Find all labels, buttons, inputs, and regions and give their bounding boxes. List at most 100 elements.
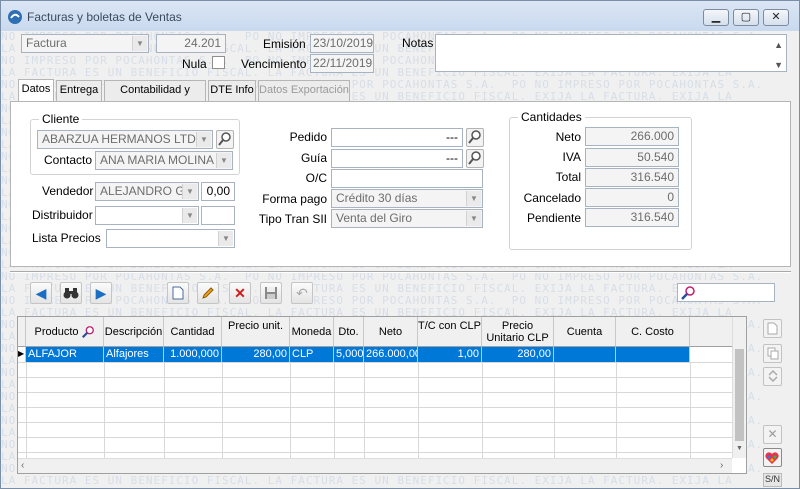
oc-label: O/C	[305, 171, 327, 185]
cell-producto[interactable]: ALFAJOR	[26, 347, 104, 362]
col-cuenta[interactable]: Cuenta	[554, 317, 616, 347]
grid-line	[18, 407, 732, 408]
grid-line	[18, 377, 732, 378]
add-line-button[interactable]	[763, 319, 782, 338]
cell-descripcion[interactable]: Alfajores	[104, 347, 164, 362]
col-cantidad[interactable]: Cantidad	[164, 317, 222, 347]
chevron-down-icon: ▼	[466, 211, 481, 226]
horizontal-scrollbar[interactable]: ‹ ›	[18, 458, 732, 473]
grid-vline	[222, 362, 223, 460]
col-descripcion[interactable]: Descripción	[104, 317, 164, 347]
undo-icon: ↶	[296, 285, 308, 301]
nula-checkbox[interactable]	[212, 56, 225, 69]
vertical-scrollbar[interactable]: ▼	[732, 317, 746, 458]
contacto-select[interactable]: ANA MARIA MOLINA ▼	[95, 151, 233, 170]
doc-number-field[interactable]: 24.201	[156, 34, 226, 53]
tab-contabilidad-cobro[interactable]: Contabilidad y cobro	[104, 80, 206, 115]
notas-textarea[interactable]: ▲ ▼	[435, 34, 787, 72]
guia-field[interactable]: ---	[331, 149, 463, 168]
tab-entrega[interactable]: Entrega	[56, 80, 102, 101]
chevron-down-icon: ▼	[218, 231, 233, 246]
separator	[10, 271, 791, 273]
prev-record-button[interactable]: ◀	[30, 282, 52, 304]
doc-type-select[interactable]: Factura ▼	[21, 34, 149, 53]
cell-precio-unitario-clp[interactable]: 280,00	[482, 347, 554, 362]
col-precio-unitario-clp[interactable]: Precio Unitario CLP	[482, 317, 554, 347]
vendedor-select[interactable]: ALEJANDRO GO ▼	[95, 182, 199, 201]
lista-precios-select[interactable]: ▼	[106, 229, 235, 248]
pedido-field[interactable]: ---	[331, 128, 463, 147]
col-producto[interactable]: Producto	[26, 317, 104, 347]
new-button[interactable]	[167, 282, 189, 304]
row-selector-header	[18, 317, 26, 347]
grid-vline	[482, 362, 483, 460]
grid-vline	[616, 362, 617, 460]
cell-moneda[interactable]: CLP	[290, 347, 334, 362]
close-button[interactable]: ✕	[763, 9, 789, 26]
col-precio-unit[interactable]: Precio unit.	[222, 317, 290, 347]
maximize-button[interactable]: ▢	[733, 9, 759, 26]
guia-search-button[interactable]	[466, 149, 484, 168]
cell-cantidad[interactable]: 1.000,000	[164, 347, 222, 362]
distribuidor-select[interactable]: ▼	[95, 206, 199, 225]
tipo-tran-select[interactable]: Venta del Giro ▼	[331, 209, 483, 228]
pedido-search-button[interactable]	[466, 128, 484, 147]
cell-cuenta[interactable]	[554, 347, 616, 362]
delete-line-button[interactable]: ✕	[763, 425, 782, 444]
vendedor-pct-field[interactable]: 0,00	[201, 182, 235, 201]
scroll-right-icon[interactable]: ›	[720, 460, 723, 471]
col-c-costo[interactable]: C. Costo	[616, 317, 690, 347]
forma-pago-select[interactable]: Crédito 30 días ▼	[331, 189, 483, 208]
col-producto-label: Producto	[34, 325, 79, 338]
pedido-label: Pedido	[289, 130, 327, 144]
scroll-left-icon[interactable]: ‹	[21, 460, 24, 471]
col-neto[interactable]: Neto	[364, 317, 418, 347]
grid-line	[18, 392, 732, 393]
cell-neto[interactable]: 266.000,00	[364, 347, 418, 362]
cliente-group-title: Cliente	[39, 112, 83, 126]
grid-search-input[interactable]	[677, 283, 775, 302]
scrollbar-thumb[interactable]	[735, 349, 744, 441]
tab-datos-exportacion[interactable]: Datos Exportación	[258, 80, 350, 101]
scroll-up-icon[interactable]: ▲	[774, 37, 783, 54]
copy-line-button[interactable]	[763, 344, 782, 363]
total-field: 316.540	[585, 168, 679, 187]
tab-datos[interactable]: Datos	[18, 79, 54, 101]
col-dto[interactable]: Dto.	[334, 317, 364, 347]
minimize-button[interactable]: ▁	[703, 9, 729, 26]
cell-dto[interactable]: 5,000	[334, 347, 364, 362]
scroll-down-icon[interactable]: ▼	[736, 445, 743, 452]
edit-button[interactable]	[197, 282, 219, 304]
new-document-icon	[172, 286, 184, 300]
doc-type-value: Factura	[26, 36, 67, 50]
cliente-select[interactable]: ABARZUA HERMANOS LTDA. ▼	[37, 130, 213, 149]
table-row[interactable]: ▶ ALFAJOR Alfajores 1.000,000 280,00 CLP…	[18, 347, 732, 362]
delete-button[interactable]: ✕	[229, 282, 251, 304]
move-line-button[interactable]	[763, 367, 782, 386]
save-button[interactable]	[260, 282, 282, 304]
cell-precio-unit[interactable]: 280,00	[222, 347, 290, 362]
col-tc-clp[interactable]: T/C con CLP	[418, 317, 482, 347]
cell-c-costo[interactable]	[616, 347, 690, 362]
scroll-down-icon[interactable]: ▼	[774, 57, 783, 71]
tab-dte-info[interactable]: DTE Info	[208, 80, 256, 101]
sin-button[interactable]: S/N	[763, 473, 782, 487]
emision-date-field[interactable]: 23/10/2019	[310, 34, 374, 53]
find-button[interactable]	[60, 282, 82, 304]
cantidades-group-title: Cantidades	[518, 110, 585, 124]
vencimiento-date-field[interactable]: 22/11/2019	[310, 54, 374, 73]
forma-pago-value: Crédito 30 días	[336, 191, 418, 205]
cell-tc-clp[interactable]: 1,00	[418, 347, 482, 362]
oc-field[interactable]	[331, 169, 483, 188]
neto-label: Neto	[555, 130, 581, 144]
next-record-button[interactable]: ▶	[90, 282, 112, 304]
col-moneda[interactable]: Moneda	[290, 317, 334, 347]
distribuidor-extra-field[interactable]	[201, 206, 235, 225]
grid-vline	[364, 362, 365, 460]
colors-button[interactable]	[763, 448, 782, 467]
chevron-down-icon: ▼	[182, 208, 197, 223]
undo-button[interactable]: ↶	[291, 282, 313, 304]
cliente-search-button[interactable]	[216, 130, 234, 149]
chevron-down-icon: ▼	[182, 184, 197, 199]
grid-line	[18, 422, 732, 423]
